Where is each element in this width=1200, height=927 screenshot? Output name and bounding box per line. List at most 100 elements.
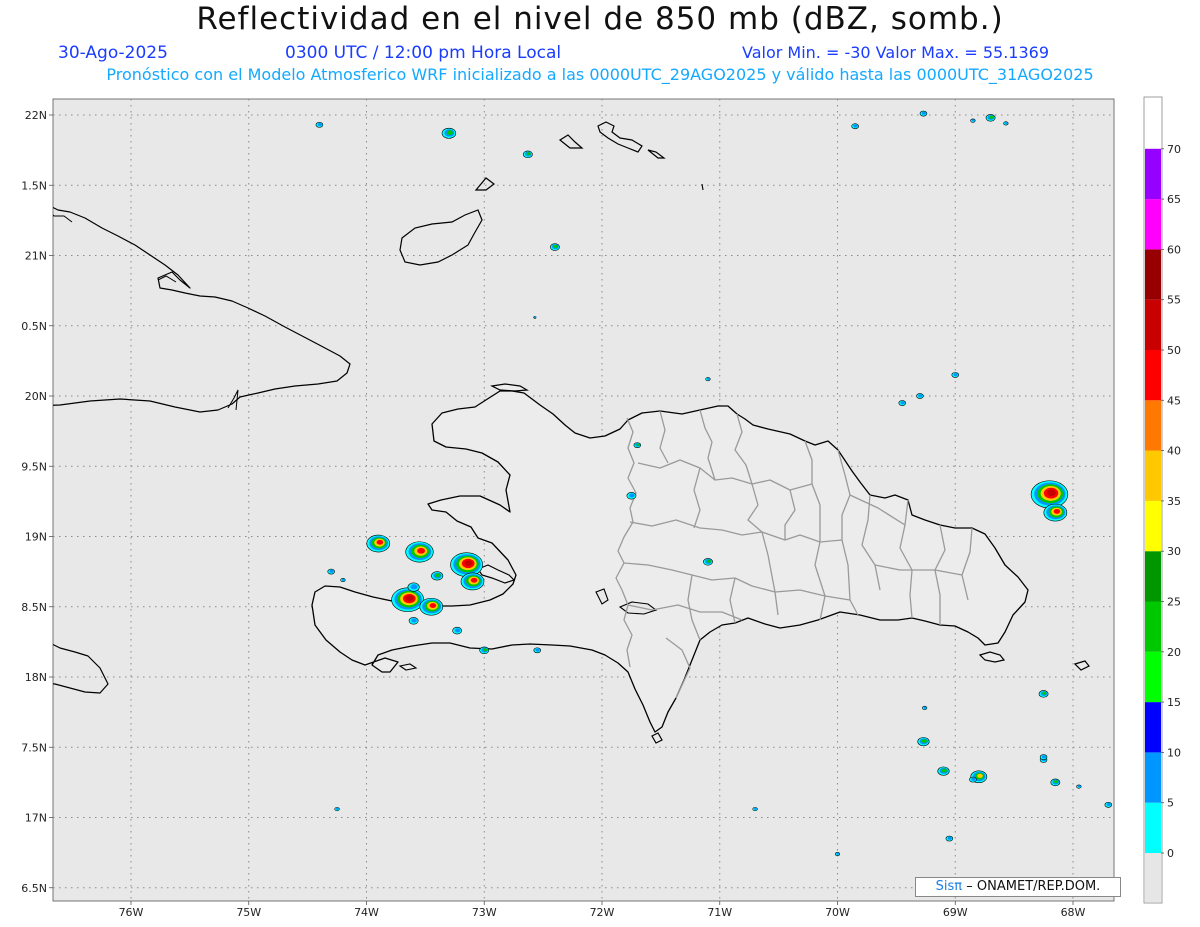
lon-label: 73W bbox=[472, 906, 497, 919]
colorbar-swatch bbox=[1145, 400, 1161, 451]
storm-cell bbox=[985, 114, 996, 122]
storm-cell bbox=[405, 541, 434, 563]
storm-cell bbox=[441, 127, 457, 139]
colorbar-swatch bbox=[1145, 299, 1161, 350]
storm-cell bbox=[919, 110, 928, 117]
colorbar-swatch bbox=[1145, 249, 1161, 300]
lat-label: 17N bbox=[25, 812, 47, 825]
storm-cell bbox=[951, 372, 959, 378]
lat-label: 18N bbox=[25, 671, 47, 684]
storm-cell bbox=[1030, 480, 1069, 509]
storm-cell bbox=[550, 243, 560, 251]
lat-label: 21N bbox=[25, 250, 47, 263]
storm-cell bbox=[969, 776, 977, 783]
colorbar-label: 5 bbox=[1167, 797, 1174, 810]
colorbar-swatch bbox=[1145, 702, 1161, 753]
storm-cell bbox=[391, 587, 425, 612]
credit-text: – ONAMET/REP.DOM. bbox=[966, 879, 1101, 894]
colorbar-swatch bbox=[1145, 500, 1161, 552]
colorbar-swatch bbox=[1145, 450, 1161, 501]
colorbar-swatch bbox=[1145, 148, 1161, 200]
latitude-labels: 22N 1.5N 21N 0.5N 20N 9.5N 19N 8.5N 18N 7.5N 17N 6.… bbox=[21, 109, 53, 895]
colorbar-labels: 0 5 10 15 20 25 30 35 40 45 50 55 60 65 70 bbox=[1161, 143, 1181, 860]
lat-label: 0.5N bbox=[21, 320, 47, 333]
storm-cell bbox=[452, 626, 463, 635]
colorbar-label: 20 bbox=[1167, 646, 1181, 659]
map-svg: 0 5 10 15 20 25 30 35 40 45 50 55 60 65 70 76W 75W 74W 73… bbox=[21, 96, 1181, 919]
storm-cell bbox=[937, 766, 950, 776]
colorbar: 0 5 10 15 20 25 30 35 40 45 50 55 60 65 70 bbox=[1143, 96, 1181, 904]
lat-label: 19N bbox=[25, 531, 47, 544]
colorbar-label: 45 bbox=[1167, 394, 1181, 407]
storm-cell bbox=[705, 377, 711, 382]
storm-cell bbox=[1039, 754, 1048, 760]
sispi-logo: Sisπ bbox=[935, 879, 963, 894]
lat-label: 6.5N bbox=[21, 882, 47, 895]
storm-cell bbox=[917, 737, 930, 747]
credit-box: Sisπ – ONAMET/REP.DOM. bbox=[915, 877, 1121, 897]
colorbar-label: 0 bbox=[1167, 847, 1174, 860]
lon-label: 71W bbox=[707, 906, 732, 919]
colorbar-swatch bbox=[1145, 802, 1161, 853]
colorbar-label: 50 bbox=[1167, 344, 1181, 357]
storm-cell bbox=[407, 582, 420, 592]
storm-cell bbox=[533, 316, 537, 319]
storm-cell bbox=[533, 647, 541, 654]
colorbar-below-zero bbox=[1145, 853, 1161, 902]
lon-label: 75W bbox=[236, 906, 261, 919]
storm-cell bbox=[1076, 784, 1082, 789]
colorbar-swatch bbox=[1145, 601, 1161, 652]
colorbar-label: 15 bbox=[1167, 696, 1181, 709]
storm-cell bbox=[450, 552, 483, 577]
lon-label: 72W bbox=[590, 906, 615, 919]
lon-label: 74W bbox=[354, 906, 379, 919]
storm-cell bbox=[1003, 121, 1009, 126]
lat-label: 1.5N bbox=[21, 179, 47, 192]
colorbar-label: 35 bbox=[1167, 495, 1181, 508]
colorbar-swatches bbox=[1145, 148, 1161, 853]
storm-cell bbox=[970, 118, 976, 123]
lon-label: 76W bbox=[119, 906, 144, 919]
storm-cell bbox=[366, 534, 391, 553]
storm-cell bbox=[633, 442, 642, 449]
longitude-labels: 76W 75W 74W 73W 72W 71W 70W 69W 68W bbox=[119, 901, 1086, 919]
storm-cell bbox=[327, 568, 335, 575]
storm-cell bbox=[334, 807, 340, 812]
colorbar-swatch bbox=[1145, 651, 1161, 703]
storm-cell bbox=[851, 123, 859, 130]
lat-label: 9.5N bbox=[21, 460, 47, 473]
colorbar-label: 25 bbox=[1167, 596, 1181, 609]
lat-label: 20N bbox=[25, 390, 47, 403]
storm-cell bbox=[431, 571, 444, 581]
storm-cell bbox=[916, 393, 924, 399]
storm-cell bbox=[945, 835, 954, 842]
lon-label: 70W bbox=[825, 906, 850, 919]
colorbar-swatch bbox=[1145, 752, 1161, 803]
storm-cell bbox=[1104, 802, 1113, 808]
colorbar-swatch bbox=[1145, 350, 1161, 401]
storm-cell bbox=[922, 705, 928, 710]
colorbar-label: 65 bbox=[1167, 193, 1181, 206]
storm-cell bbox=[898, 400, 907, 406]
lon-label: 68W bbox=[1061, 906, 1086, 919]
storm-cell bbox=[408, 617, 419, 625]
storm-cell bbox=[1043, 503, 1068, 522]
colorbar-swatch bbox=[1145, 551, 1161, 602]
storm-cell bbox=[1038, 690, 1049, 698]
lat-label: 7.5N bbox=[21, 741, 47, 754]
colorbar-label: 60 bbox=[1167, 243, 1181, 256]
lat-label: 8.5N bbox=[21, 601, 47, 614]
storm-cell bbox=[315, 121, 324, 128]
colorbar-label: 10 bbox=[1167, 746, 1181, 759]
colorbar-label: 55 bbox=[1167, 294, 1181, 307]
colorbar-label: 30 bbox=[1167, 545, 1181, 558]
storm-cell bbox=[340, 578, 346, 583]
colorbar-label: 40 bbox=[1167, 445, 1181, 458]
colorbar-swatch bbox=[1145, 199, 1161, 250]
colorbar-label: 70 bbox=[1167, 143, 1181, 156]
storm-cell bbox=[522, 150, 533, 159]
storm-cell bbox=[626, 492, 637, 500]
storm-cell bbox=[703, 558, 713, 566]
storm-cell bbox=[752, 807, 758, 812]
storm-cell bbox=[1050, 778, 1061, 787]
